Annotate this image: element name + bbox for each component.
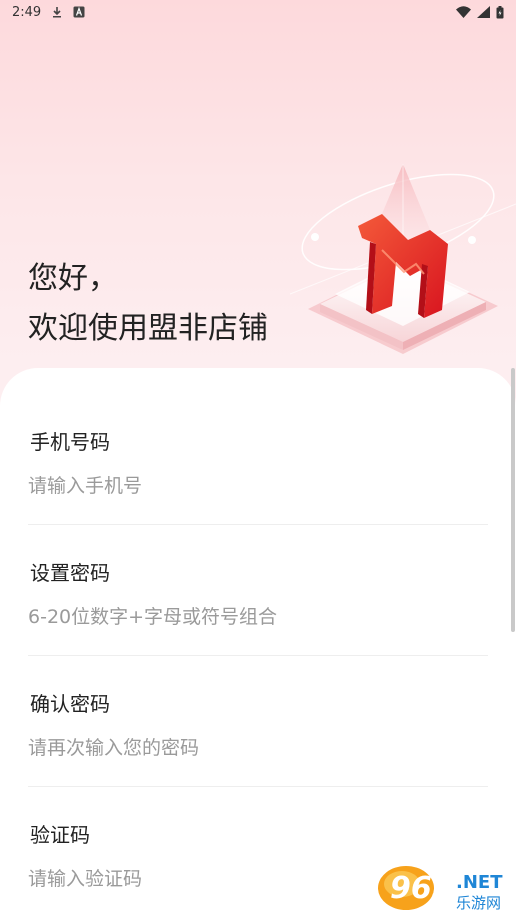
confirm-password-label: 确认密码 bbox=[30, 692, 110, 716]
greeting-line-2: 欢迎使用盟非店铺 bbox=[28, 311, 268, 346]
register-form-card: 手机号码 设置密码 确认密码 验证码 bbox=[0, 368, 516, 917]
status-left: 2:49 bbox=[12, 5, 85, 20]
battery-icon bbox=[496, 5, 504, 19]
code-label: 验证码 bbox=[30, 823, 90, 847]
download-icon bbox=[51, 6, 63, 18]
hero-banner: 您好， 欢迎使用盟非店铺 bbox=[0, 24, 516, 384]
phone-label: 手机号码 bbox=[30, 430, 110, 454]
watermark-logo: 962 .NET 乐游网 bbox=[376, 864, 514, 914]
watermark-subtitle: 乐游网 bbox=[456, 894, 501, 912]
watermark-number: 962 bbox=[390, 871, 453, 906]
wifi-icon bbox=[456, 6, 471, 18]
confirm-password-field-group: 确认密码 bbox=[28, 630, 488, 787]
M-logo-3d-icon bbox=[289, 144, 516, 374]
scrollbar[interactable] bbox=[511, 368, 515, 632]
greeting-text: 您好， 欢迎使用盟非店铺 bbox=[28, 254, 268, 354]
greeting-line-1: 您好， bbox=[28, 261, 118, 296]
watermark-suffix: .NET bbox=[456, 872, 503, 893]
signal-icon bbox=[477, 6, 490, 18]
font-a-icon bbox=[73, 6, 85, 18]
status-right bbox=[456, 5, 504, 19]
status-bar: 2:49 bbox=[0, 0, 516, 24]
status-time: 2:49 bbox=[12, 4, 42, 20]
password-label: 设置密码 bbox=[30, 561, 110, 585]
password-field-group: 设置密码 bbox=[28, 499, 488, 656]
phone-field-group: 手机号码 bbox=[28, 368, 488, 525]
